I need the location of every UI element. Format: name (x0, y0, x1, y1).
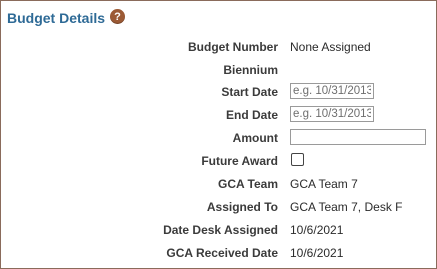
date-desk-assigned-value: 10/6/2021 (290, 223, 344, 237)
budget-details-panel: Budget Details ? Budget Number None Assi… (0, 0, 437, 269)
date-desk-assigned-label: Date Desk Assigned (163, 223, 278, 237)
budget-number-value: None Assigned (290, 40, 371, 54)
assigned-to-row: Assigned To GCA Team 7, Desk F (1, 197, 436, 217)
end-date-label: End Date (225, 108, 278, 122)
gca-team-label: GCA Team (217, 177, 278, 191)
start-date-label: Start Date (221, 85, 278, 99)
future-award-row: Future Award (1, 151, 436, 171)
budget-number-label: Budget Number (188, 40, 278, 54)
section-header: Budget Details ? (7, 9, 126, 26)
gca-received-date-row: GCA Received Date 10/6/2021 (1, 243, 436, 263)
end-date-input[interactable] (290, 106, 374, 122)
biennium-label: Biennium (223, 63, 278, 77)
start-date-row: Start Date (1, 82, 436, 102)
gca-received-date-value: 10/6/2021 (290, 246, 344, 260)
assigned-to-label: Assigned To (206, 200, 278, 214)
amount-label: Amount (232, 131, 278, 145)
budget-number-row: Budget Number None Assigned (1, 37, 436, 57)
end-date-row: End Date (1, 105, 436, 125)
biennium-row: Biennium (1, 60, 436, 80)
gca-received-date-label: GCA Received Date (166, 246, 278, 260)
amount-row: Amount (1, 128, 436, 148)
gca-team-row: GCA Team GCA Team 7 (1, 174, 436, 194)
amount-input[interactable] (290, 129, 426, 145)
assigned-to-value: GCA Team 7, Desk F (290, 200, 403, 214)
gca-team-value: GCA Team 7 (290, 177, 358, 191)
question-circle-icon[interactable]: ? (110, 9, 126, 24)
section-title: Budget Details (7, 10, 106, 26)
date-desk-assigned-row: Date Desk Assigned 10/6/2021 (1, 220, 436, 240)
start-date-input[interactable] (290, 83, 374, 99)
future-award-label: Future Award (201, 154, 278, 168)
future-award-checkbox[interactable] (291, 153, 304, 166)
